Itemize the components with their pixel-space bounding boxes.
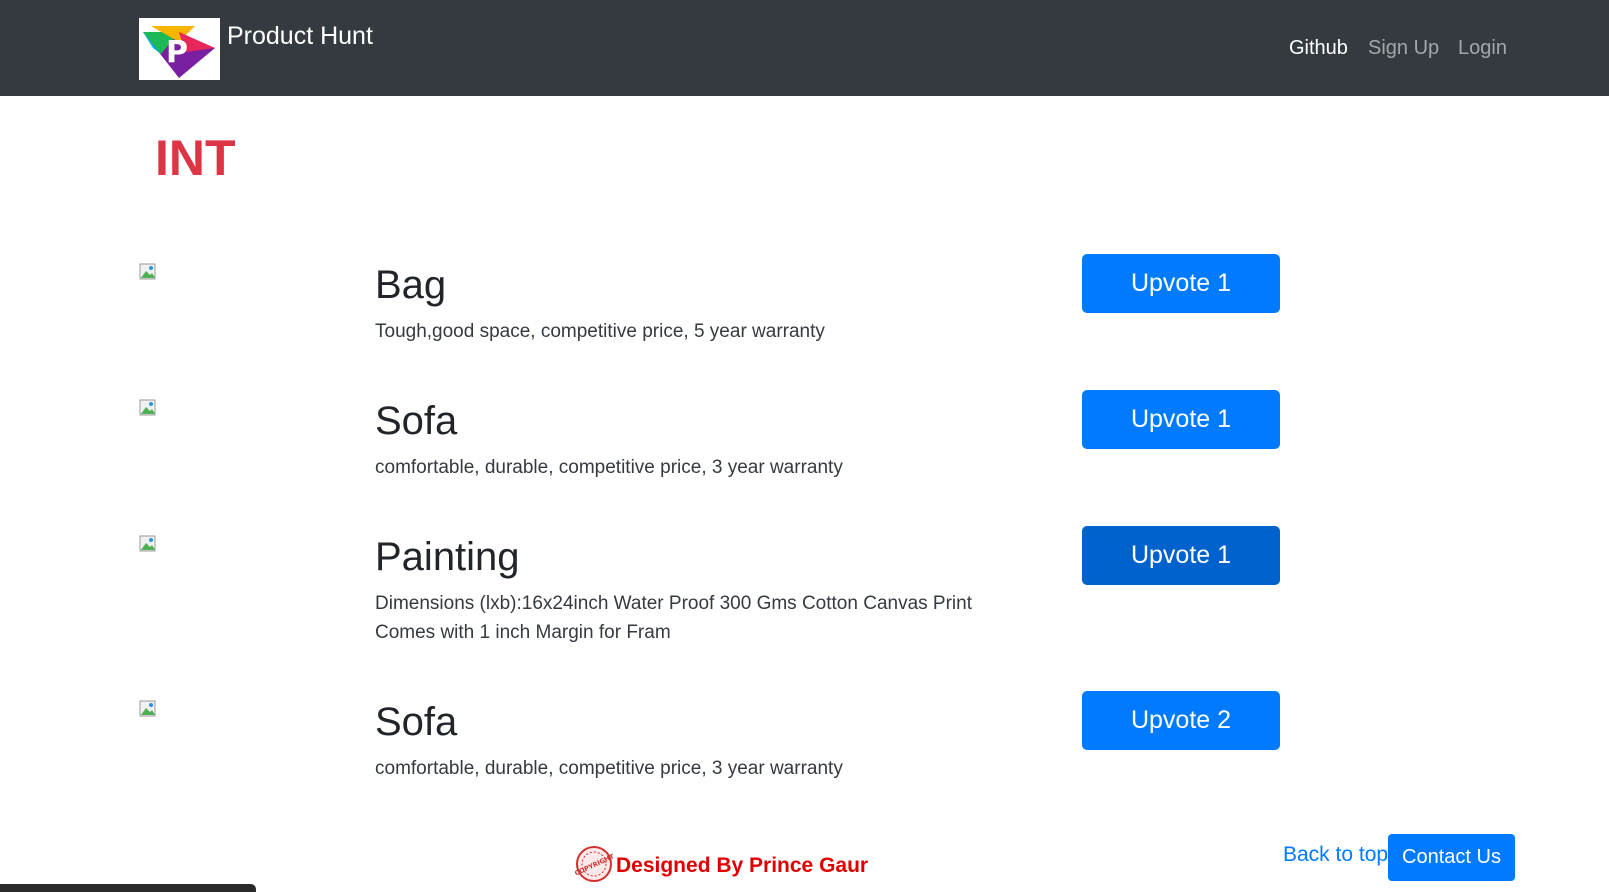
copyright-seal-icon: COPYRIGHT: [574, 846, 614, 882]
broken-image-icon: [139, 263, 156, 280]
product-title[interactable]: Sofa: [375, 397, 457, 445]
nav-signup-link[interactable]: Sign Up: [1368, 37, 1439, 60]
product-title[interactable]: Sofa: [375, 698, 457, 746]
nav-github-link[interactable]: Github: [1289, 37, 1348, 60]
product-title[interactable]: Bag: [375, 261, 446, 309]
product-title[interactable]: Painting: [375, 533, 520, 581]
top-navbar: P Product Hunt Github Sign Up Login: [0, 0, 1609, 96]
nav-login-link[interactable]: Login: [1458, 37, 1507, 60]
back-to-top-link[interactable]: Back to top: [1283, 843, 1388, 867]
scrolling-marquee: INT: [155, 130, 236, 186]
product-description: Tough,good space, competitive price, 5 y…: [375, 321, 825, 342]
broken-image-icon: [139, 399, 156, 416]
product-hunt-logo-icon: P: [143, 26, 215, 78]
product-description: Dimensions (lxb):16x24inch Water Proof 3…: [375, 593, 972, 643]
broken-image-icon: [139, 700, 156, 717]
upvote-button[interactable]: Upvote 2: [1082, 691, 1280, 750]
bottom-scrollbar[interactable]: [0, 884, 256, 892]
upvote-button[interactable]: Upvote 1: [1082, 526, 1280, 585]
product-description: comfortable, durable, competitive price,…: [375, 457, 843, 478]
brand-name[interactable]: Product Hunt: [227, 22, 373, 51]
upvote-button[interactable]: Upvote 1: [1082, 254, 1280, 313]
contact-us-button[interactable]: Contact Us: [1388, 834, 1515, 881]
broken-image-icon: [139, 535, 156, 552]
product-description: comfortable, durable, competitive price,…: [375, 758, 843, 779]
brand-logo[interactable]: P: [139, 18, 220, 80]
designer-credit-text: Designed By Prince Gaur: [616, 854, 869, 877]
svg-text:P: P: [166, 35, 188, 70]
upvote-button[interactable]: Upvote 1: [1082, 390, 1280, 449]
